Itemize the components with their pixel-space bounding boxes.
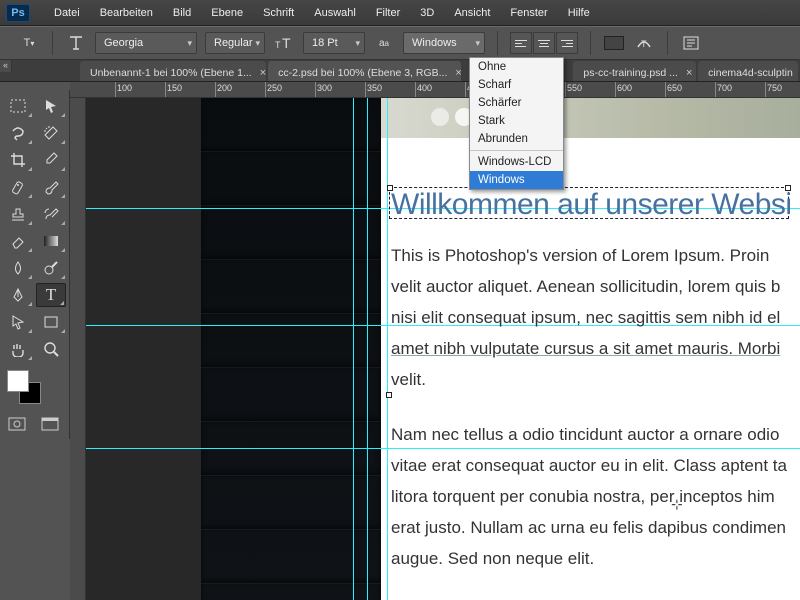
- brush-tool[interactable]: [36, 175, 66, 199]
- eyedropper-tool[interactable]: [36, 148, 66, 172]
- menu-filter[interactable]: Filter: [366, 7, 410, 19]
- screenmode-icon[interactable]: [36, 413, 64, 435]
- aa-option-schaerfer[interactable]: Schärfer: [470, 94, 563, 112]
- tool-preset-icon[interactable]: T▾: [18, 32, 40, 54]
- app-logo: Ps: [6, 4, 30, 22]
- menu-auswahl[interactable]: Auswahl: [304, 7, 366, 19]
- aa-option-windows-lcd[interactable]: Windows-LCD: [470, 153, 563, 171]
- healing-tool[interactable]: [3, 175, 33, 199]
- menu-schrift[interactable]: Schrift: [253, 7, 304, 19]
- document: Willkommen auf unserer Websi This is Pho…: [86, 98, 800, 600]
- close-icon[interactable]: ×: [260, 67, 266, 79]
- blur-tool[interactable]: [3, 256, 33, 280]
- lasso-tool[interactable]: [3, 121, 33, 145]
- move-tool[interactable]: [36, 94, 66, 118]
- align-right-button[interactable]: [556, 32, 578, 54]
- text-cursor-icon: ⊹: [671, 496, 683, 513]
- document-tabs: Unbenannt-1 bei 100% (Ebene 1...× cc-2.p…: [0, 60, 800, 82]
- font-size-dropdown[interactable]: 18 Pt: [303, 32, 365, 54]
- horizontal-ruler[interactable]: 1001502002503003504004505005506006507007…: [70, 82, 800, 98]
- dodge-tool[interactable]: [36, 256, 66, 280]
- text-align-group: [510, 32, 578, 54]
- magic-wand-tool[interactable]: [36, 121, 66, 145]
- tab-0[interactable]: Unbenannt-1 bei 100% (Ebene 1...×: [80, 61, 266, 81]
- aa-option-scharf[interactable]: Scharf: [470, 76, 563, 94]
- history-brush-tool[interactable]: [36, 202, 66, 226]
- text-content[interactable]: Willkommen auf unserer Websi This is Pho…: [391, 188, 800, 600]
- tab-3[interactable]: cinema4d-sculptin: [698, 61, 798, 81]
- menu-ebene[interactable]: Ebene: [201, 7, 253, 19]
- menu-hilfe[interactable]: Hilfe: [558, 7, 600, 19]
- options-bar: T▾ Georgia Regular TT 18 Pt aa Windows T: [0, 26, 800, 60]
- menu-separator: [470, 150, 563, 151]
- font-size-icon: TT: [273, 32, 295, 54]
- align-left-button[interactable]: [510, 32, 532, 54]
- warp-text-icon[interactable]: T: [633, 32, 655, 54]
- text-color-swatch[interactable]: [603, 32, 625, 54]
- aa-option-ohne[interactable]: Ohne: [470, 58, 563, 76]
- close-icon[interactable]: ×: [686, 67, 692, 79]
- tools-panel: T: [0, 90, 70, 439]
- gradient-tool[interactable]: [36, 229, 66, 253]
- font-family-dropdown[interactable]: Georgia: [95, 32, 197, 54]
- close-icon[interactable]: ×: [455, 67, 461, 79]
- guide-vertical[interactable]: [367, 98, 368, 600]
- type-tool[interactable]: T: [36, 283, 66, 307]
- heading-1[interactable]: Willkommen auf unserer Websi: [391, 188, 800, 222]
- path-selection-tool[interactable]: [3, 310, 33, 334]
- tab-2[interactable]: ps-cc-training.psd ...×: [573, 61, 696, 81]
- svg-text:T: T: [282, 35, 291, 51]
- aa-option-windows[interactable]: Windows: [470, 171, 563, 189]
- quickmask-icon[interactable]: [3, 413, 31, 435]
- eraser-tool[interactable]: [3, 229, 33, 253]
- pen-tool[interactable]: [3, 283, 33, 307]
- dark-texture: [201, 98, 381, 600]
- menu-bearbeiten[interactable]: Bearbeiten: [90, 7, 163, 19]
- svg-text:T: T: [275, 40, 281, 50]
- menu-fenster[interactable]: Fenster: [500, 7, 557, 19]
- font-style-dropdown[interactable]: Regular: [205, 32, 265, 54]
- text-orientation-icon[interactable]: [65, 32, 87, 54]
- zoom-tool[interactable]: [36, 337, 66, 361]
- guide-vertical[interactable]: [387, 98, 388, 600]
- crop-tool[interactable]: [3, 148, 33, 172]
- menu-bild[interactable]: Bild: [163, 7, 201, 19]
- foreground-color[interactable]: [7, 370, 29, 392]
- antialias-menu: Ohne Scharf Schärfer Stark Abrunden Wind…: [469, 57, 564, 190]
- menu-datei[interactable]: Datei: [44, 7, 90, 19]
- marquee-tool[interactable]: [3, 94, 33, 118]
- vertical-ruler[interactable]: [70, 98, 86, 600]
- menu-bar: Ps Datei Bearbeiten Bild Ebene Schrift A…: [0, 0, 800, 26]
- hand-tool[interactable]: [3, 337, 33, 361]
- paragraph[interactable]: Nam nec tellus a odio tincidunt auctor a…: [391, 419, 800, 574]
- aa-option-abrunden[interactable]: Abrunden: [470, 130, 563, 148]
- header-image: [381, 98, 800, 138]
- paragraph[interactable]: This is Photoshop's version of Lorem Ips…: [391, 240, 800, 395]
- paragraph-panel-icon[interactable]: [680, 32, 702, 54]
- stamp-tool[interactable]: [3, 202, 33, 226]
- flyout-toggle[interactable]: «: [0, 60, 12, 72]
- menu-ansicht[interactable]: Ansicht: [444, 7, 500, 19]
- align-center-button[interactable]: [533, 32, 555, 54]
- antialias-dropdown[interactable]: Windows: [403, 32, 485, 54]
- aa-option-stark[interactable]: Stark: [470, 112, 563, 130]
- svg-text:T: T: [641, 39, 647, 49]
- tab-1[interactable]: cc-2.psd bei 100% (Ebene 3, RGB...×: [268, 61, 461, 81]
- canvas-area[interactable]: Willkommen auf unserer Websi This is Pho…: [70, 98, 800, 600]
- shape-tool[interactable]: [36, 310, 66, 334]
- menu-3d[interactable]: 3D: [410, 7, 444, 19]
- color-swatches[interactable]: [3, 364, 66, 410]
- guide-vertical[interactable]: [353, 98, 354, 600]
- antialias-icon: aa: [373, 32, 395, 54]
